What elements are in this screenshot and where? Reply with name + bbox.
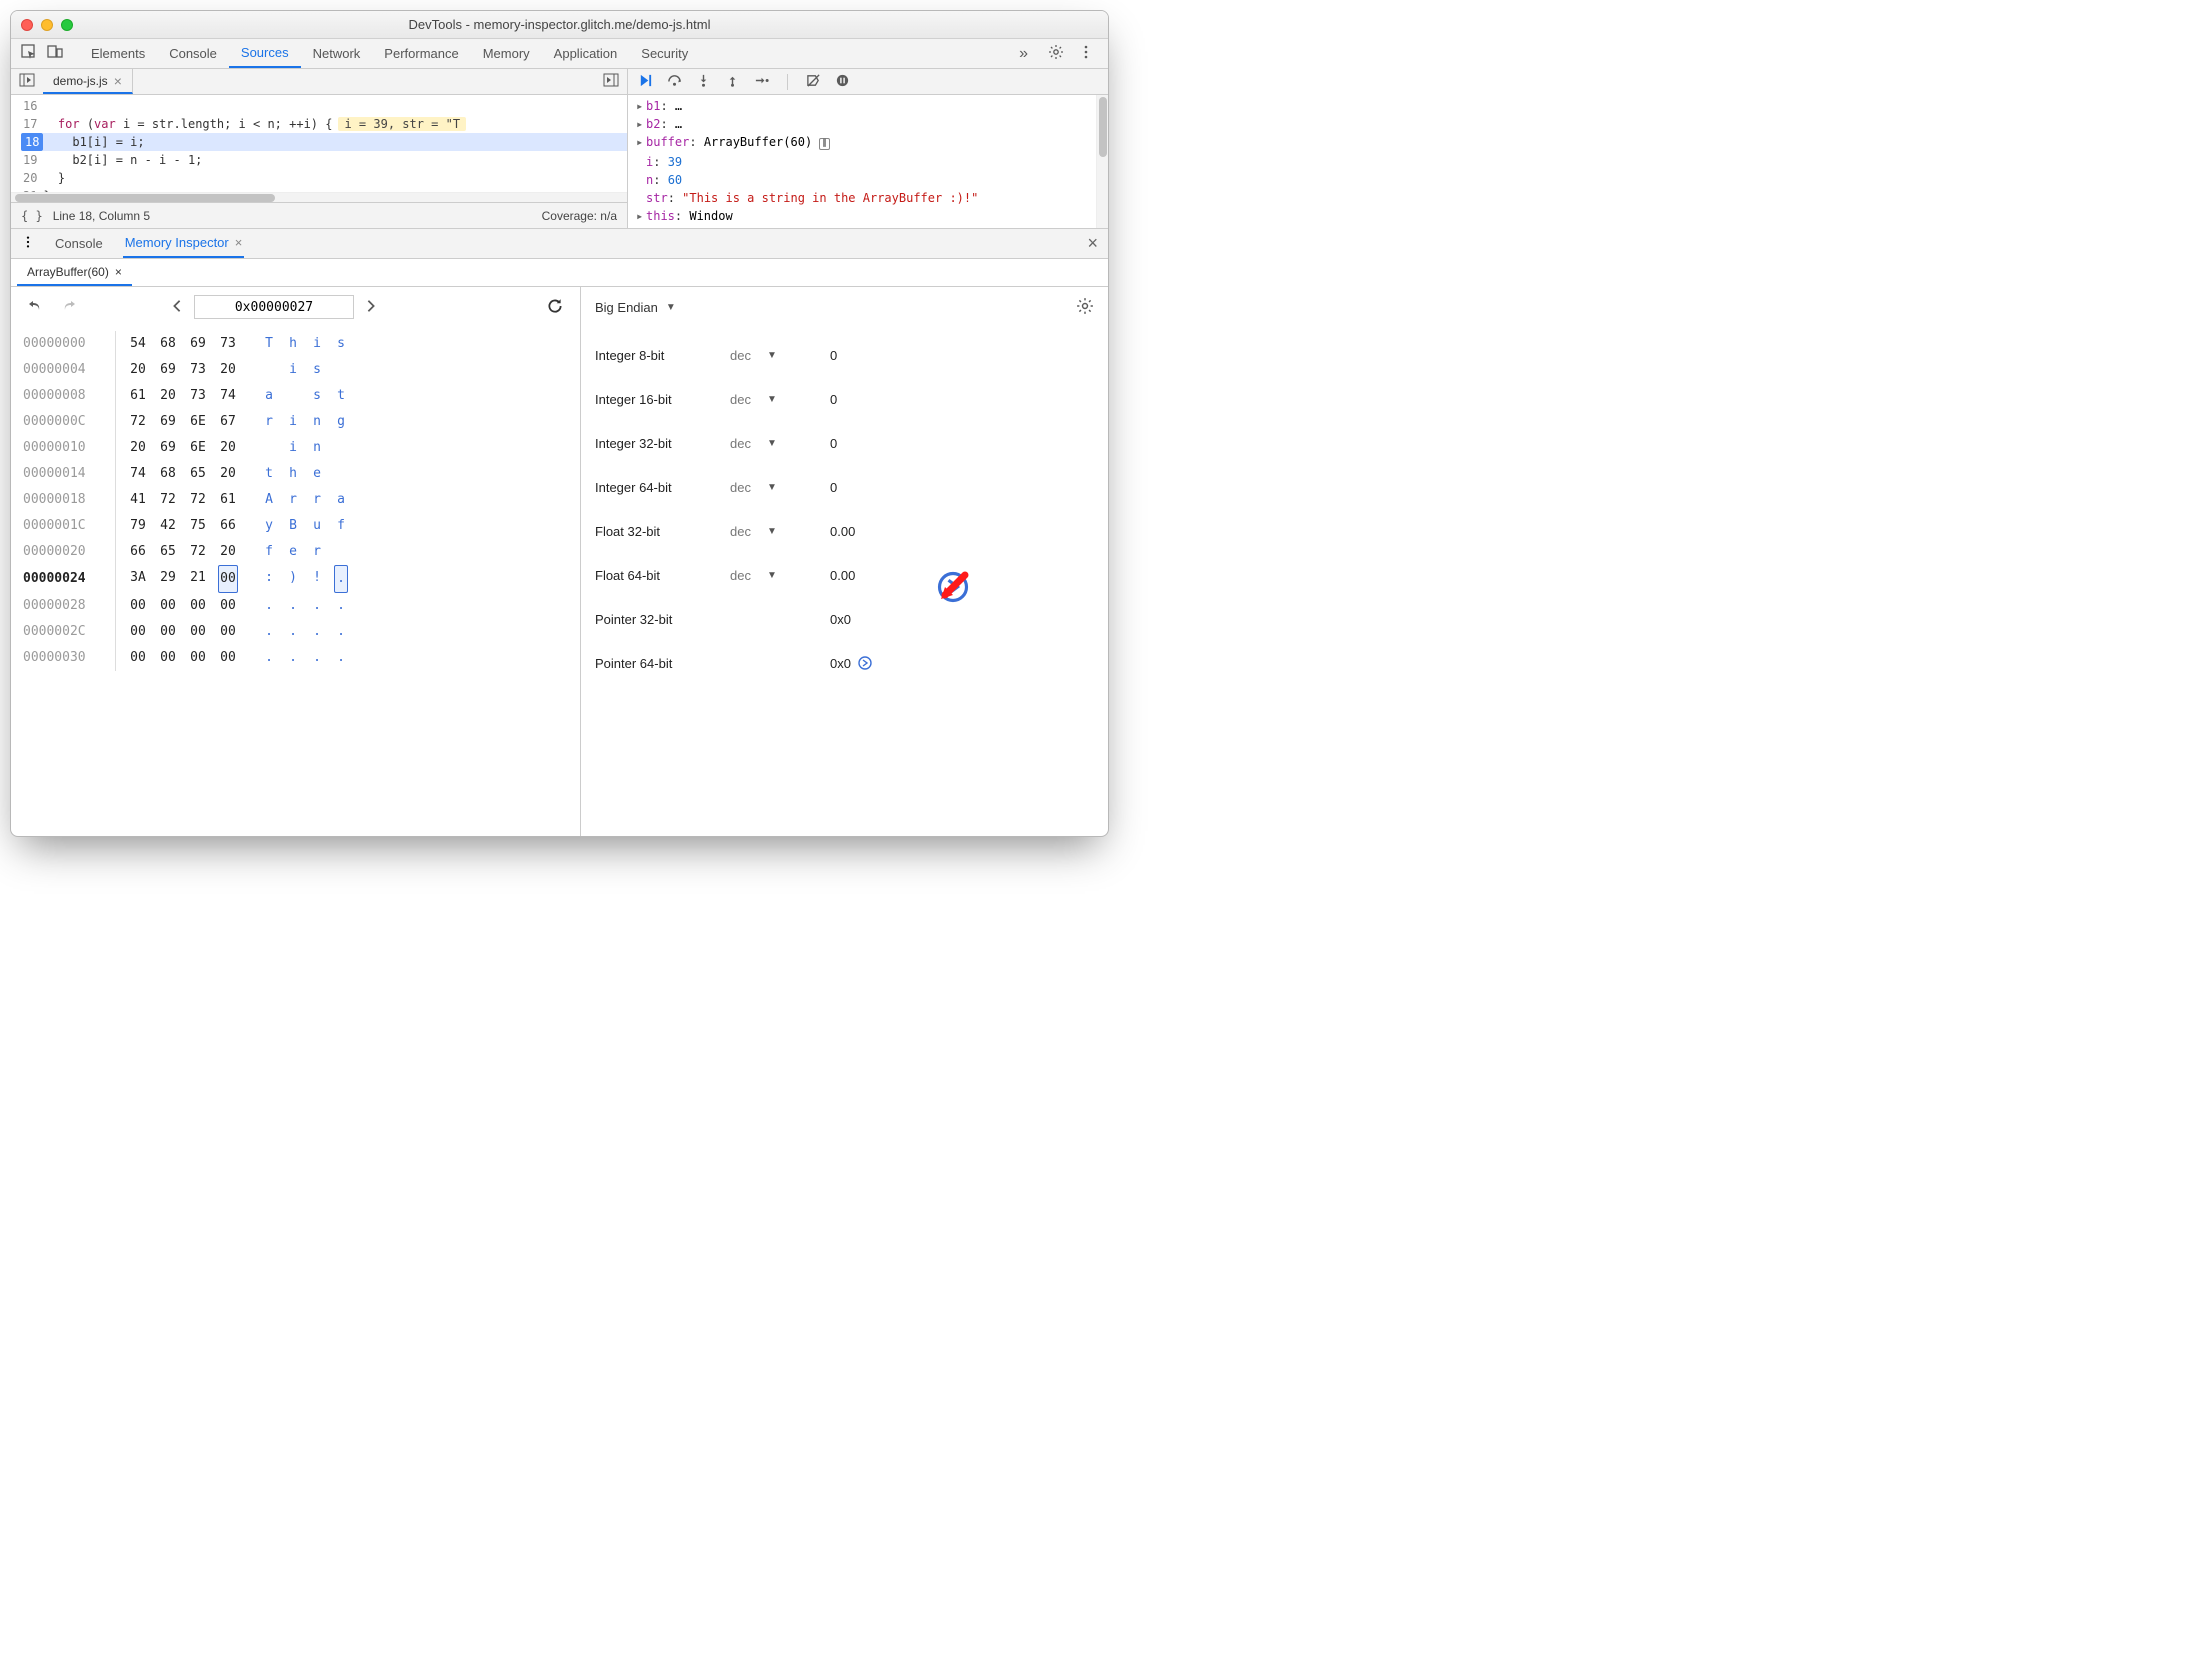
overflow-tabs-icon[interactable]: » [1013, 45, 1034, 63]
hex-row[interactable]: 0000001C79427566yBuf [23, 513, 568, 539]
hex-row[interactable]: 0000001474686520the [23, 461, 568, 487]
scope-row[interactable]: ▸b2: … [636, 115, 1100, 133]
hex-row[interactable]: 0000003000000000.... [23, 645, 568, 671]
hex-row[interactable]: 0000000861207374a st [23, 383, 568, 409]
close-mi-tab-icon[interactable]: × [115, 265, 122, 279]
value-mode-select[interactable]: dec▼ [730, 524, 830, 539]
close-drawer-icon[interactable]: × [1087, 233, 1098, 254]
hex-row[interactable]: 0000000054686973This [23, 331, 568, 357]
memory-inspector-tabbar: ArrayBuffer(60) × [11, 259, 1108, 287]
scope-row[interactable]: ▸b1: … [636, 97, 1100, 115]
main-tab-application[interactable]: Application [542, 39, 630, 68]
value-mode-select[interactable]: dec▼ [730, 480, 830, 495]
hex-row[interactable]: 0000001020696E20 in [23, 435, 568, 461]
jump-to-address-icon[interactable] [857, 655, 873, 671]
resume-button[interactable] [638, 73, 653, 91]
value-row: Pointer 64-bit0x0 [595, 641, 1094, 685]
step-out-button[interactable] [725, 73, 740, 91]
endianness-select[interactable]: Big Endian▼ [595, 300, 676, 315]
reveal-in-memory-icon[interactable]: ⫼ [819, 138, 829, 150]
device-mode-icon[interactable] [47, 44, 63, 63]
refresh-icon[interactable] [542, 293, 568, 322]
main-tab-security[interactable]: Security [629, 39, 700, 68]
main-tab-performance[interactable]: Performance [372, 39, 470, 68]
value-row: Integer 16-bitdec▼0 [595, 377, 1094, 421]
titlebar: DevTools - memory-inspector.glitch.me/de… [11, 11, 1108, 39]
close-drawer-tab-icon[interactable]: × [235, 235, 243, 250]
cursor-position-label: Line 18, Column 5 [53, 209, 150, 223]
value-settings-gear-icon[interactable] [1076, 297, 1094, 318]
editor-tab-demo-js[interactable]: demo-js.js × [43, 69, 133, 94]
value-row: Integer 64-bitdec▼0 [595, 465, 1094, 509]
scope-v-scrollbar[interactable] [1096, 95, 1108, 228]
drawer-tab-console[interactable]: Console [53, 229, 105, 258]
value-row: Integer 8-bitdec▼0 [595, 333, 1094, 377]
scope-row[interactable]: n: 60 [636, 171, 1100, 189]
scope-pane: ▸b1: …▸b2: …▸buffer: ArrayBuffer(60) ⫼i:… [628, 69, 1108, 228]
pretty-print-icon[interactable]: { } [21, 209, 43, 223]
inspect-element-icon[interactable] [21, 44, 37, 63]
main-tab-memory[interactable]: Memory [471, 39, 542, 68]
value-mode-select[interactable]: dec▼ [730, 392, 830, 407]
value-row: Float 32-bitdec▼0.00 [595, 509, 1094, 553]
next-address-button[interactable] [360, 295, 382, 320]
scope-row[interactable]: i: 39 [636, 153, 1100, 171]
value-row: Float 64-bitdec▼0.00 [595, 553, 1094, 597]
drawer-tabbar: Console Memory Inspector × × [11, 229, 1108, 259]
drawer-kebab-icon[interactable] [21, 235, 35, 252]
editor-tab-label: demo-js.js [53, 74, 108, 88]
address-input[interactable] [194, 295, 354, 319]
step-button[interactable] [754, 73, 769, 91]
main-tab-console[interactable]: Console [157, 39, 229, 68]
hex-row[interactable]: 0000000420697320 is [23, 357, 568, 383]
value-mode-select[interactable]: dec▼ [730, 436, 830, 451]
kebab-menu-icon[interactable] [1078, 44, 1094, 63]
hex-row[interactable]: 0000002066657220fer [23, 539, 568, 565]
hex-table[interactable]: 0000000054686973This0000000420697320 is … [11, 327, 580, 675]
hex-viewer-pane: 0000000054686973This0000000420697320 is … [11, 287, 581, 836]
editor-h-scrollbar[interactable] [11, 192, 627, 202]
main-toolbar: ElementsConsoleSourcesNetworkPerformance… [11, 39, 1108, 69]
devtools-window: DevTools - memory-inspector.glitch.me/de… [10, 10, 1109, 837]
prev-address-button[interactable] [166, 295, 188, 320]
hex-row[interactable]: 0000000C72696E67ring [23, 409, 568, 435]
step-over-button[interactable] [667, 73, 682, 91]
editor-pane: demo-js.js × 16171819202122 for (var i =… [11, 69, 628, 228]
value-interpreter-pane: Big Endian▼ Integer 8-bitdec▼0Integer 16… [581, 287, 1108, 836]
pause-on-exceptions-button[interactable] [835, 73, 850, 91]
hex-row[interactable]: 000000243A292100:)!. [23, 565, 568, 593]
memory-inspector-tab-arraybuffer[interactable]: ArrayBuffer(60) × [17, 259, 132, 286]
hex-row[interactable]: 0000002800000000.... [23, 593, 568, 619]
drawer-tab-memory-inspector[interactable]: Memory Inspector × [123, 229, 245, 258]
settings-gear-icon[interactable] [1048, 44, 1064, 63]
close-tab-icon[interactable]: × [114, 73, 122, 89]
window-title: DevTools - memory-inspector.glitch.me/de… [11, 17, 1108, 32]
value-row: Pointer 32-bit0x0 [595, 597, 1094, 641]
deactivate-breakpoints-button[interactable] [806, 73, 821, 91]
undo-icon[interactable] [23, 294, 47, 321]
main-tab-sources[interactable]: Sources [229, 39, 301, 68]
navigator-toggle-icon[interactable] [11, 72, 43, 91]
value-mode-select[interactable]: dec▼ [730, 348, 830, 363]
scope-row-buffer[interactable]: ▸buffer: ArrayBuffer(60) ⫼ [636, 133, 1100, 153]
step-into-button[interactable] [696, 73, 711, 91]
value-mode-select[interactable]: dec▼ [730, 568, 830, 583]
main-tab-elements[interactable]: Elements [79, 39, 157, 68]
main-tab-network[interactable]: Network [301, 39, 373, 68]
hex-row[interactable]: 0000001841727261Arra [23, 487, 568, 513]
hex-row[interactable]: 0000002C00000000.... [23, 619, 568, 645]
code-editor[interactable]: 16171819202122 for (var i = str.length; … [11, 95, 627, 192]
coverage-label: Coverage: n/a [542, 209, 617, 223]
scope-row[interactable]: str: "This is a string in the ArrayBuffe… [636, 189, 1100, 207]
value-row: Integer 32-bitdec▼0 [595, 421, 1094, 465]
scope-row[interactable]: ▸this: Window [636, 207, 1100, 225]
redo-icon[interactable] [57, 294, 81, 321]
debugger-sidebar-toggle-icon[interactable] [595, 72, 627, 91]
